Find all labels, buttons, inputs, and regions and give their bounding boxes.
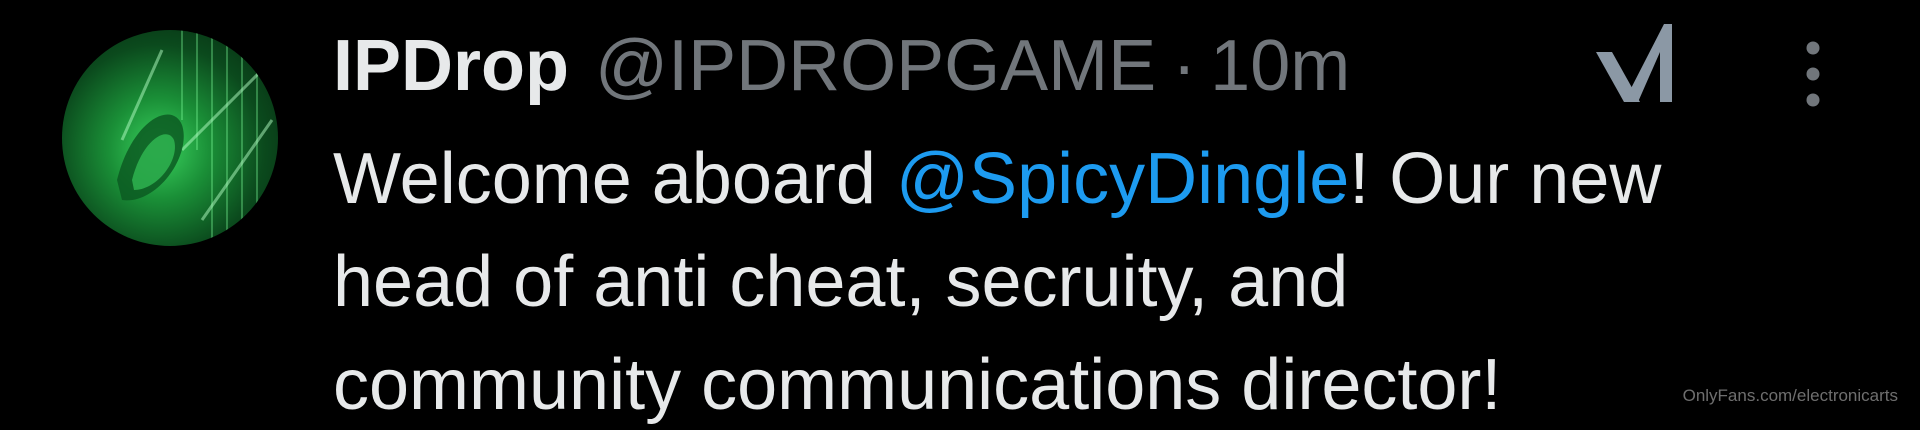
tweet-text: Welcome aboard @SpicyDingle! Our new hea… [333, 128, 1893, 430]
author-handle[interactable]: @IPDROPGAME [595, 24, 1156, 108]
grok-icon[interactable] [1594, 22, 1672, 104]
author-display-name[interactable]: IPDrop [333, 24, 569, 108]
tweet-text-line-3: community communications director! [333, 345, 1502, 425]
text-welcome: Welcome aboard [333, 139, 896, 219]
tweet-header: IPDrop @IPDROPGAME · 10m [333, 24, 1350, 108]
tweet-text-line-1: Welcome aboard @SpicyDingle! Our new [333, 128, 1893, 231]
watermark: OnlyFans.com/electronicarts [1682, 386, 1898, 405]
separator-dot: · [1172, 26, 1197, 106]
matrix-avatar-icon [117, 30, 274, 246]
text-our-new: ! Our new [1349, 139, 1662, 219]
more-options-icon[interactable] [1793, 40, 1833, 110]
avatar[interactable] [62, 30, 278, 246]
timestamp[interactable]: 10m [1210, 24, 1350, 108]
tweet[interactable]: IPDrop @IPDROPGAME · 10m Welcome aboard … [0, 0, 1920, 430]
mention-link[interactable]: @SpicyDingle [896, 139, 1349, 219]
tweet-text-line-2: head of anti cheat, secruity, and [333, 242, 1349, 322]
